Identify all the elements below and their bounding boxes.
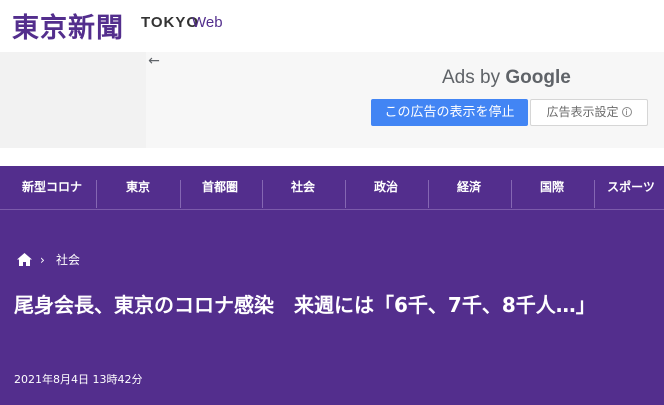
nav-item-society[interactable]: 社会 xyxy=(262,176,344,208)
info-icon: i xyxy=(621,107,632,117)
nav-divider xyxy=(594,180,595,208)
ads-by-google-label: Ads by Google xyxy=(442,67,571,89)
ad-settings-label: 広告表示設定 xyxy=(546,105,619,119)
ads-by-brand: Google xyxy=(505,67,571,88)
nav-item-tokyo[interactable]: 東京 xyxy=(98,176,178,208)
nav-item-metropolitan[interactable]: 首都圏 xyxy=(180,176,260,208)
arrow-left-icon[interactable]: ← xyxy=(147,53,161,69)
ad-panel: ← Ads by Google この広告の表示を停止 広告表示設定 i xyxy=(146,52,664,148)
nav-divider xyxy=(96,180,97,208)
article-headline: 尾身会長、東京のコロナ感染 来週には「6千、7千、8千人…」 xyxy=(14,293,596,317)
site-header: 東京新聞 TOKYO Web xyxy=(0,0,664,52)
logo-tokyo-text[interactable]: TOKYO xyxy=(141,14,199,31)
category-nav: 新型コロナ 東京 首都圏 社会 政治 経済 国際 スポーツ xyxy=(0,166,664,210)
nav-item-sports[interactable]: スポーツ xyxy=(598,176,664,208)
nav-item-covid[interactable]: 新型コロナ xyxy=(12,176,92,208)
logo-tokyo-shimbun[interactable]: 東京新聞 xyxy=(12,6,124,45)
breadcrumb-separator: › xyxy=(40,253,45,267)
article-date: 2021年8月4日 13時42分 xyxy=(14,373,143,386)
nav-item-international[interactable]: 国際 xyxy=(511,176,593,208)
nav-item-politics[interactable]: 政治 xyxy=(345,176,427,208)
nav-item-economy[interactable]: 経済 xyxy=(428,176,510,208)
home-icon[interactable] xyxy=(17,253,32,266)
article-header-band: 新型コロナ 東京 首都圏 社会 政治 経済 国際 スポーツ › 社会 尾身会長、… xyxy=(0,166,664,405)
logo-web-text[interactable]: Web xyxy=(192,14,223,31)
ad-container: ← Ads by Google この広告の表示を停止 広告表示設定 i xyxy=(0,52,664,148)
ads-by-prefix: Ads by xyxy=(442,67,501,88)
stop-ad-button[interactable]: この広告の表示を停止 xyxy=(371,99,528,126)
breadcrumb-section-link[interactable]: 社会 xyxy=(56,252,80,268)
ad-settings-button[interactable]: 広告表示設定 i xyxy=(530,99,648,126)
